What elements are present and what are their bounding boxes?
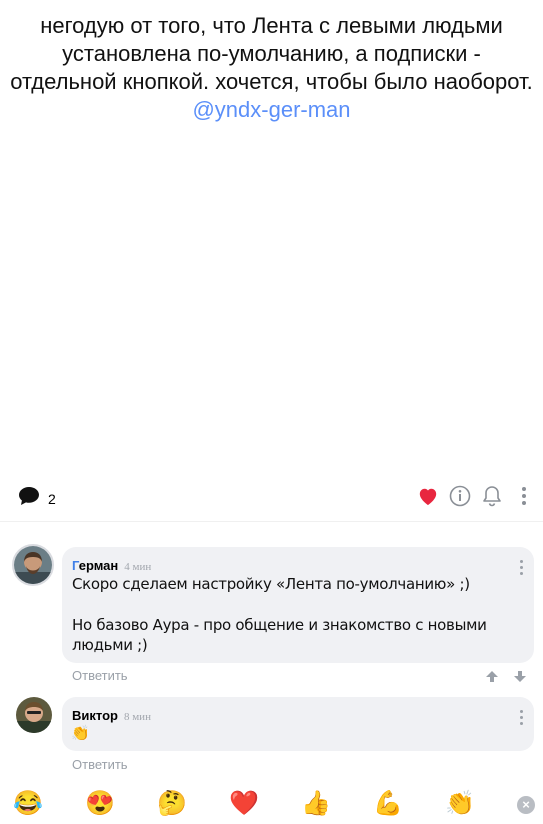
mention-link[interactable]: @yndx-ger-man xyxy=(192,97,350,122)
reply-link[interactable]: Ответить xyxy=(72,757,128,772)
reaction-laughing[interactable]: 😂 xyxy=(10,786,46,822)
reaction-clapping[interactable]: 👏 xyxy=(442,786,478,822)
comment-menu-icon[interactable] xyxy=(520,560,524,575)
comments-count: 2 xyxy=(48,490,56,507)
comment-text: Скоро сделаем настройку «Лента по-умолча… xyxy=(72,575,470,593)
comment-bubble: Герман 4 мин Скоро сделаем настройку «Лен… xyxy=(62,547,534,663)
reaction-flexed-biceps[interactable]: 💪 xyxy=(370,786,406,822)
comment-time: 4 мин xyxy=(124,561,152,573)
bell-icon[interactable] xyxy=(480,484,504,508)
comment-icon xyxy=(18,486,40,511)
avatar[interactable] xyxy=(12,544,54,586)
upvote-icon[interactable] xyxy=(486,669,498,687)
reaction-thumbs-up[interactable]: 👍 xyxy=(298,786,334,822)
reaction-thinking[interactable]: 🤔 xyxy=(154,786,190,822)
reply-link[interactable]: Ответить xyxy=(72,668,128,683)
reactions-bar: 😂 😍 🤔 ❤️ 👍 💪 👏 × xyxy=(0,786,543,824)
comments-button[interactable]: 2 xyxy=(18,486,56,511)
reaction-heart[interactable]: ❤️ xyxy=(226,786,262,822)
comment-text: 👏 xyxy=(71,725,90,742)
like-heart-icon[interactable] xyxy=(416,484,440,508)
downvote-icon[interactable] xyxy=(514,669,526,687)
more-options-icon[interactable] xyxy=(512,484,536,508)
comment-menu-icon[interactable] xyxy=(520,710,524,725)
avatar-photo xyxy=(16,697,52,733)
info-icon[interactable] xyxy=(448,484,472,508)
divider xyxy=(0,521,543,522)
post-body: негодую от того, что Лента с левыми людь… xyxy=(10,13,533,94)
post-action-bar: 2 xyxy=(0,480,543,514)
comment-author[interactable]: Герман xyxy=(72,558,118,573)
close-icon[interactable]: × xyxy=(517,796,535,814)
reaction-heart-eyes[interactable]: 😍 xyxy=(82,786,118,822)
comment-time: 8 мин xyxy=(123,711,151,723)
avatar[interactable] xyxy=(16,697,52,733)
comment-text: Но базово Аура - про общение и знакомств… xyxy=(72,616,487,654)
comment-bubble: Виктор 8 мин 👏 xyxy=(62,697,534,751)
comment-author[interactable]: Виктор xyxy=(72,708,118,723)
post-text: негодую от того, что Лента с левыми людь… xyxy=(10,12,533,124)
avatar-photo xyxy=(14,546,52,584)
